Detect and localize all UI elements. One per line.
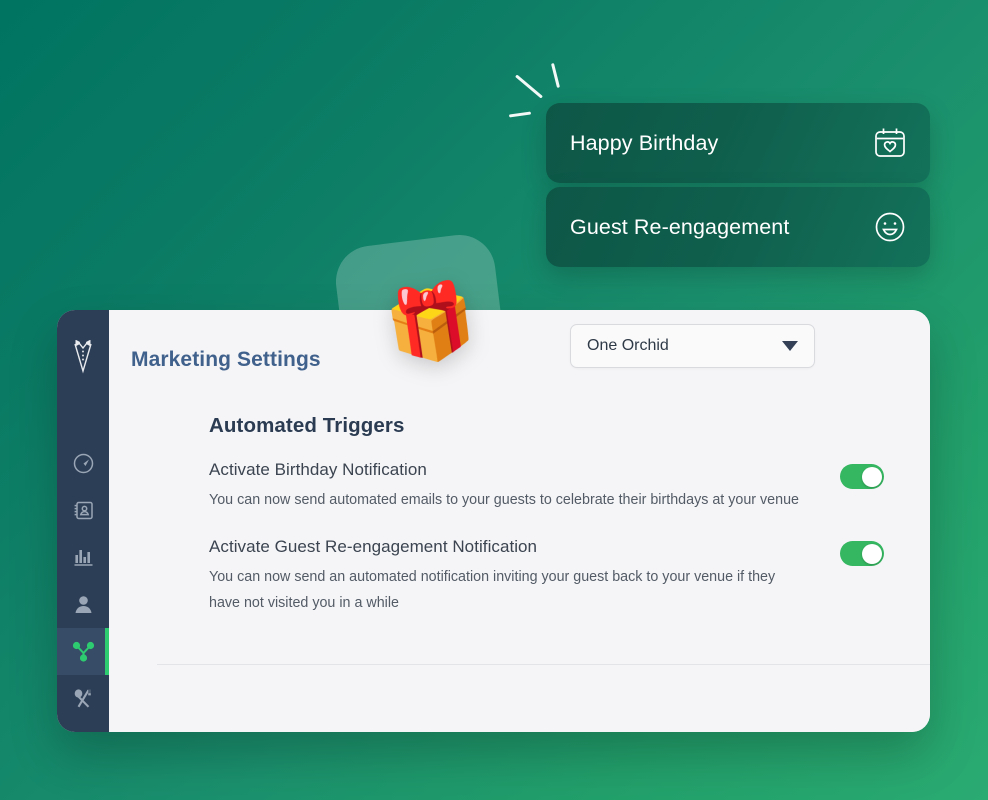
section-divider [157,664,930,665]
trigger-text: Activate Guest Re-engagement Notificatio… [209,537,840,616]
sidebar-item-guests[interactable] [57,581,109,628]
chip-happy-birthday[interactable]: Happy Birthday [546,103,930,183]
chevron-down-icon [782,341,798,351]
app-window: Marketing Settings One Orchid Automated … [57,310,930,732]
toggle-knob [861,543,882,564]
sidebar-nav [57,440,109,722]
sidebar-item-reports[interactable] [57,534,109,581]
birthday-notification-toggle[interactable] [840,464,884,489]
sidebar-item-contacts[interactable] [57,487,109,534]
chip-label: Guest Re-engagement [570,214,790,239]
trigger-text: Activate Birthday Notification You can n… [209,460,840,513]
chip-guest-re-engagement[interactable]: Guest Re-engagement [546,187,930,267]
venue-select-value: One Orchid [587,337,669,354]
page-title: Marketing Settings [131,348,321,371]
gift-emoji-icon: 🎁 [380,277,482,371]
toggle-knob [861,466,882,487]
sidebar-item-shifts[interactable] [57,440,109,487]
calendar-heart-icon [872,125,908,161]
sidebar-item-menu[interactable] [57,675,109,722]
bowtie-vest-logo-icon[interactable] [57,326,109,388]
section-title: Automated Triggers [209,414,405,437]
sparkle-line-3 [508,111,532,118]
guest-re-engagement-toggle[interactable] [840,541,884,566]
trigger-description: You can now send an automated notificati… [209,569,776,611]
sidebar-item-marketing[interactable] [57,628,109,675]
trigger-row: Activate Guest Re-engagement Notificatio… [209,537,930,616]
trigger-title: Activate Birthday Notification [209,460,427,479]
sparkle-line-1 [515,74,543,99]
main-panel: Marketing Settings One Orchid Automated … [109,310,930,732]
trigger-title: Activate Guest Re-engagement Notificatio… [209,537,538,556]
trigger-description: You can now send automated emails to you… [209,492,799,508]
trigger-row: Activate Birthday Notification You can n… [209,460,930,513]
smiley-face-icon [872,209,908,245]
chip-label: Happy Birthday [570,130,719,155]
sidebar [57,310,109,732]
sparkle-line-2 [551,63,560,88]
panel-body: Automated Triggers Activate Birthday Not… [109,388,930,616]
venue-select[interactable]: One Orchid [570,324,815,368]
